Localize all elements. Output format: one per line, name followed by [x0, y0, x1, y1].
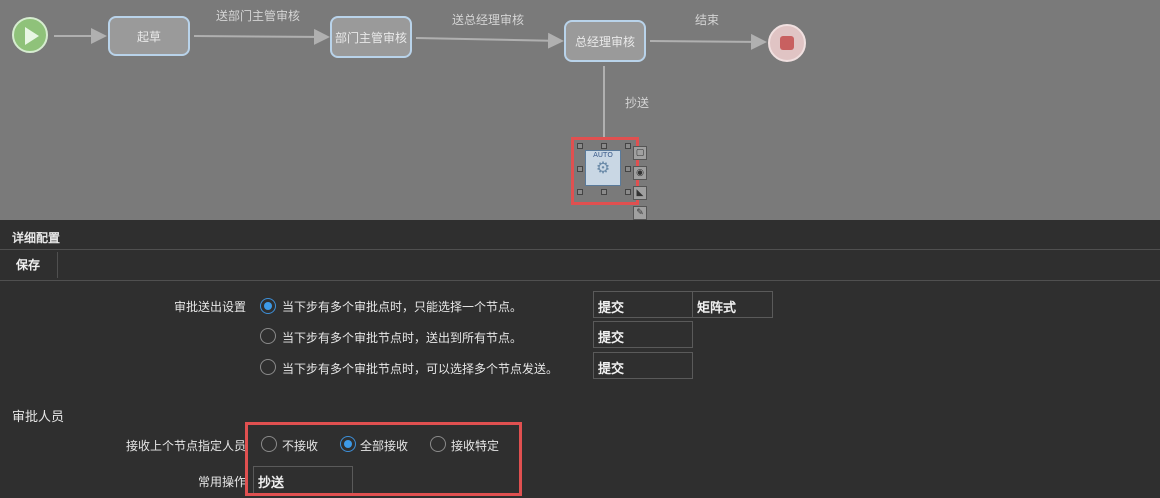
node-draft-label: 起草 [136, 29, 161, 44]
submit-field[interactable]: 提交 [593, 321, 693, 348]
send-option-radio[interactable] [260, 298, 276, 314]
send-option-label: 当下步有多个审批节点时，可以选择多个节点发送。 [282, 362, 559, 376]
resize-handle[interactable] [625, 166, 631, 172]
gears-icon: ⚙ [595, 158, 611, 177]
start-node[interactable] [12, 17, 48, 53]
node-auto-cc[interactable]: AUTO ⚙ [585, 150, 621, 186]
resize-handle[interactable] [601, 189, 607, 195]
send-option-label: 当下步有多个审批节点时，送出到所有节点。 [282, 331, 523, 345]
panel-toolbar: 保存 [0, 250, 1160, 281]
edge-label-cc: 抄送 [625, 96, 650, 110]
resize-handle[interactable] [577, 166, 583, 172]
node-gm-label: 总经理审核 [574, 34, 635, 49]
resize-handle[interactable] [577, 143, 583, 149]
send-option-radio[interactable] [260, 328, 276, 344]
stop-icon [780, 36, 794, 50]
panel-title: 详细配置 [0, 220, 1160, 250]
node-tool-icon[interactable]: ▢ [633, 146, 647, 160]
node-draft[interactable]: 起草 [108, 16, 190, 56]
matrix-field[interactable]: 矩阵式 [692, 291, 773, 318]
detail-config-panel: 详细配置 保存 审批送出设置 当下步有多个审批点时，只能选择一个节点。 当下步有… [0, 220, 1160, 498]
node-tool-icon[interactable]: ◣ [633, 186, 647, 200]
play-icon [25, 27, 39, 45]
end-node[interactable] [768, 24, 806, 62]
node-dept-label: 部门主管审核 [334, 30, 407, 45]
submit-field[interactable]: 提交 [593, 291, 693, 318]
send-option-radio[interactable] [260, 359, 276, 375]
approvers-section-title: 审批人员 [12, 410, 65, 425]
approvers-highlight [245, 422, 522, 496]
resize-handle[interactable] [625, 189, 631, 195]
send-option-label: 当下步有多个审批点时，只能选择一个节点。 [282, 300, 523, 314]
submit-field[interactable]: 提交 [593, 352, 693, 379]
common-ops-label: 常用操作 [198, 475, 247, 489]
node-dept-review[interactable]: 部门主管审核 [330, 16, 412, 58]
node-gm-review[interactable]: 总经理审核 [564, 20, 646, 62]
send-setting-label: 审批送出设置 [174, 300, 247, 314]
node-tool-icon[interactable]: ◉ [633, 166, 647, 180]
resize-handle[interactable] [601, 143, 607, 149]
workflow-canvas[interactable]: 起草 部门主管审核 总经理审核 送部门主管审核 送总经理审核 结束 抄送 AUT… [0, 0, 1160, 220]
edge-label-end: 结束 [695, 13, 720, 27]
edge-label-to-dept: 送部门主管审核 [216, 9, 301, 23]
resize-handle[interactable] [577, 189, 583, 195]
node-tool-icon[interactable]: ✎ [633, 206, 647, 220]
receive-label: 接收上个节点指定人员 [126, 439, 247, 453]
edge-label-to-gm: 送总经理审核 [452, 13, 525, 27]
resize-handle[interactable] [625, 143, 631, 149]
save-button[interactable]: 保存 [4, 252, 58, 278]
